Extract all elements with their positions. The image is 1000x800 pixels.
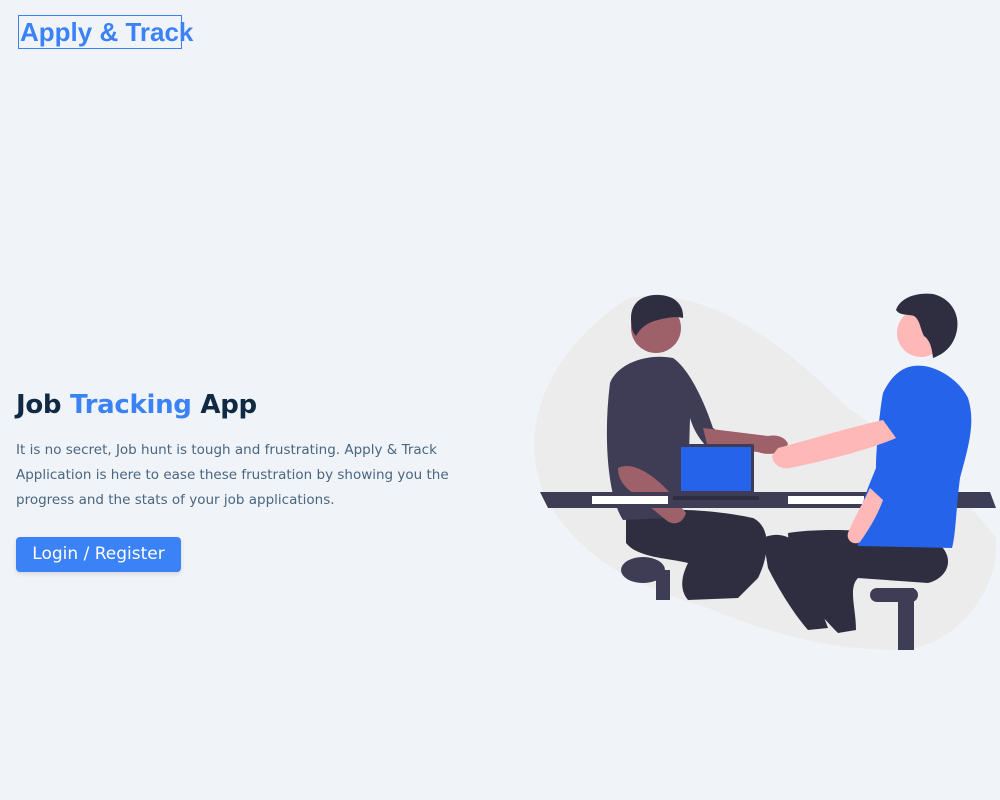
page-title: Job Tracking App (16, 388, 506, 422)
title-part-1: Job (16, 390, 62, 420)
hero-text: Job Tracking App It is no secret, Job hu… (16, 388, 506, 513)
landing-page: Apply & Track Job Tracking App It is no … (0, 0, 1000, 800)
hero-description: It is no secret, Job hunt is tough and f… (16, 442, 449, 508)
logo-link[interactable]: Apply & Track (18, 15, 193, 49)
title-part-2: App (200, 390, 257, 420)
title-accent: Tracking (70, 390, 192, 420)
login-register-button[interactable]: Login / Register (16, 537, 181, 572)
handshake-illustration (534, 293, 997, 650)
